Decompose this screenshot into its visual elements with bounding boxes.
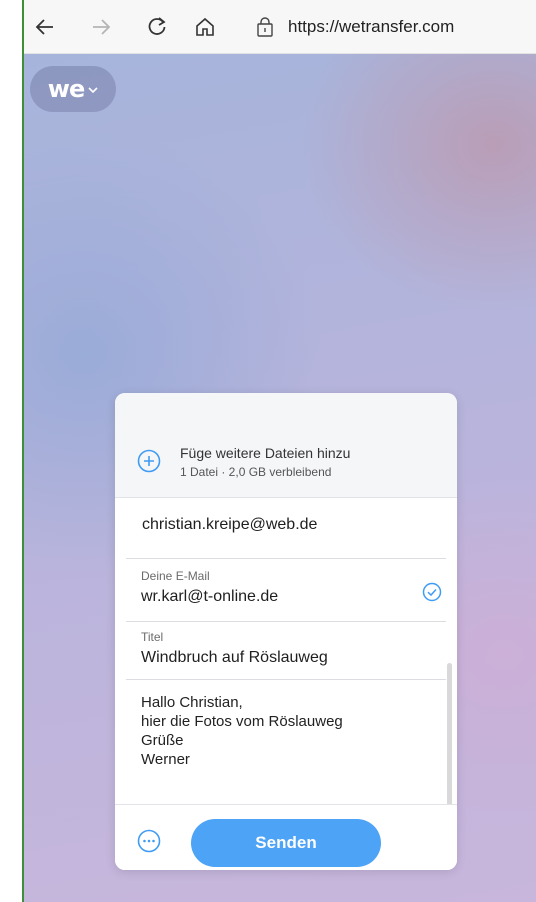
recipient-email-field[interactable]: christian.kreipe@web.de [126, 498, 446, 559]
title-value: Windbruch auf Röslauweg [141, 649, 328, 666]
message-line: Hallo Christian, [141, 694, 243, 711]
add-files-area[interactable]: Füge weitere Dateien hinzu 1 Datei · 2,0… [115, 393, 457, 498]
add-files-subtitle: 1 Datei · 2,0 GB verbleibend [180, 465, 332, 479]
message-line: Werner [141, 751, 190, 768]
address-bar[interactable]: https://wetransfer.com [254, 0, 454, 53]
browser-window: https://wetransfer.com we Füge weitere D… [0, 0, 536, 902]
info-icon[interactable] [254, 16, 276, 38]
check-circle-icon [422, 582, 442, 602]
transfer-panel: Füge weitere Dateien hinzu 1 Datei · 2,0… [115, 393, 457, 870]
window-left-border [0, 0, 24, 902]
sender-email-field[interactable]: Deine E-Mail wr.karl@t-online.de [126, 558, 446, 622]
sender-email-value: wr.karl@t-online.de [141, 588, 279, 605]
forward-arrow-icon[interactable] [84, 10, 118, 44]
message-textarea[interactable]: Hallo Christian, hier die Fotos vom Rösl… [141, 693, 431, 769]
url-text: https://wetransfer.com [288, 16, 455, 36]
add-circle-icon[interactable] [137, 449, 161, 473]
chevron-down-icon [88, 81, 98, 97]
sender-email-label: Deine E-Mail [141, 569, 210, 583]
logo-text: we [47, 75, 85, 103]
home-icon[interactable] [188, 10, 222, 44]
page-background: we Füge weitere Dateien hinzu 1 Datei · … [24, 54, 536, 902]
message-line: Grüße [141, 732, 184, 749]
send-button[interactable]: Senden [191, 819, 381, 867]
title-label: Titel [141, 630, 164, 644]
recipient-email-value: christian.kreipe@web.de [142, 516, 318, 533]
reload-icon[interactable] [140, 10, 174, 44]
title-field[interactable]: Titel Windbruch auf Röslauweg [126, 621, 446, 680]
message-line: hier die Fotos vom Röslauweg [141, 713, 343, 730]
panel-footer: Senden [115, 804, 457, 870]
back-arrow-icon[interactable] [28, 10, 62, 44]
browser-toolbar: https://wetransfer.com [24, 0, 536, 54]
wetransfer-logo-button[interactable]: we [30, 66, 116, 112]
add-files-title: Füge weitere Dateien hinzu [180, 445, 351, 461]
more-options-icon[interactable] [137, 829, 161, 853]
